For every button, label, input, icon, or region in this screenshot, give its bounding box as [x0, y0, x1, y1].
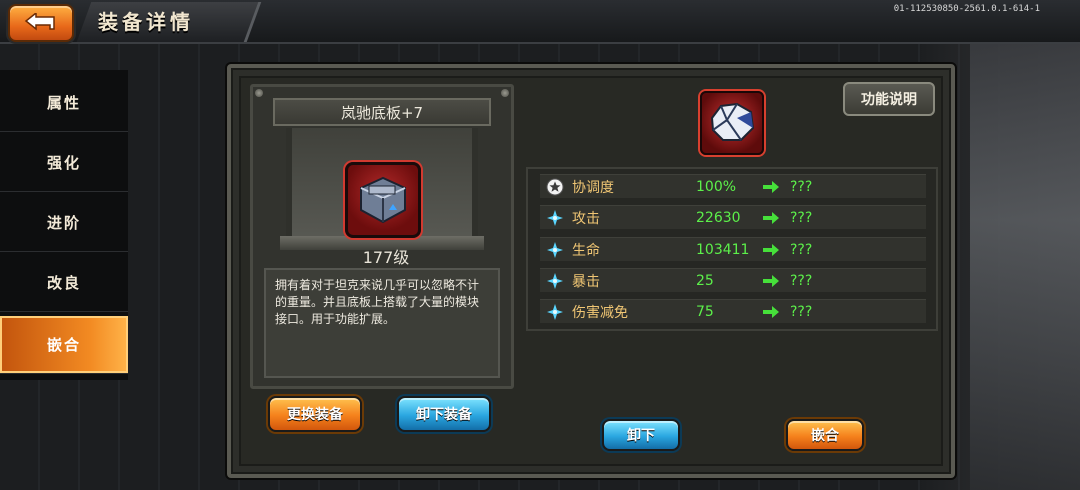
tab-advance[interactable]: 进阶 [0, 194, 128, 252]
module-gem-icon [710, 102, 755, 141]
diamond-icon [546, 303, 564, 321]
remove-button[interactable]: 卸下 [602, 419, 680, 451]
star-icon [546, 178, 564, 196]
tab-enhance[interactable]: 强化 [0, 134, 128, 192]
stat-name: 生命 [572, 242, 600, 259]
stat-next-value: ??? [790, 303, 813, 320]
diamond-icon [546, 209, 564, 227]
module-icon[interactable] [700, 91, 764, 155]
stat-name: 攻击 [572, 210, 600, 227]
stat-next-value: ??? [790, 241, 813, 258]
top-bar: 装备详情 01-112530850-2561.0.1-614-1 [0, 0, 1080, 44]
stat-value: 100% [696, 178, 737, 195]
replace-equipment-button[interactable]: 更换装备 [268, 396, 362, 432]
stat-value: 103411 [696, 241, 750, 258]
build-id: 01-112530850-2561.0.1-614-1 [893, 4, 1040, 14]
stat-name: 协调度 [572, 179, 614, 196]
equipment-level: 177级 [362, 248, 410, 267]
stat-row: 暴击 25 ??? [540, 268, 926, 292]
equipment-description: 拥有着对于坦克来说几乎可以忽略不计的重量。并且底板上搭载了大量的模块接口。用于功… [264, 268, 500, 378]
arrow-right-icon [762, 274, 790, 287]
arrow-right-icon [762, 180, 790, 193]
arrow-right-icon [762, 305, 790, 318]
stat-value: 25 [696, 272, 714, 289]
back-arrow-icon [24, 13, 55, 31]
stat-next-value: ??? [790, 272, 813, 289]
equipment-name: 岚驰底板+7 [273, 98, 491, 126]
stat-row: 协调度 100% ??? [540, 174, 926, 198]
page-title: 装备详情 [98, 10, 194, 34]
tab-inlay[interactable]: 嵌合 [0, 316, 128, 374]
help-button[interactable]: 功能说明 [843, 82, 935, 116]
equipment-icon[interactable] [345, 162, 421, 238]
stat-row: 伤害减免 75 ??? [540, 299, 926, 323]
tab-improve[interactable]: 改良 [0, 254, 128, 312]
stat-row: 攻击 22630 ??? [540, 205, 926, 229]
diamond-icon [546, 241, 564, 259]
stat-name: 伤害减免 [572, 304, 628, 321]
stat-value: 75 [696, 303, 714, 320]
unequip-button[interactable]: 卸下装备 [397, 396, 491, 432]
tab-attributes[interactable]: 属性 [0, 74, 128, 132]
diamond-icon [546, 272, 564, 290]
stat-name: 暴击 [572, 273, 600, 290]
chassis-plate-icon [360, 176, 406, 224]
arrow-right-icon [762, 211, 790, 224]
stat-next-value: ??? [790, 209, 813, 226]
inlay-button[interactable]: 嵌合 [786, 419, 864, 451]
arrow-right-icon [762, 243, 790, 256]
stat-value: 22630 [696, 209, 741, 226]
stat-next-value: ??? [790, 178, 813, 195]
sidebar: 属性 强化 进阶 改良 嵌合 [0, 70, 128, 380]
back-button[interactable] [8, 4, 74, 42]
background-wall-panel [970, 40, 1080, 490]
stat-row: 生命 103411 ??? [540, 237, 926, 261]
